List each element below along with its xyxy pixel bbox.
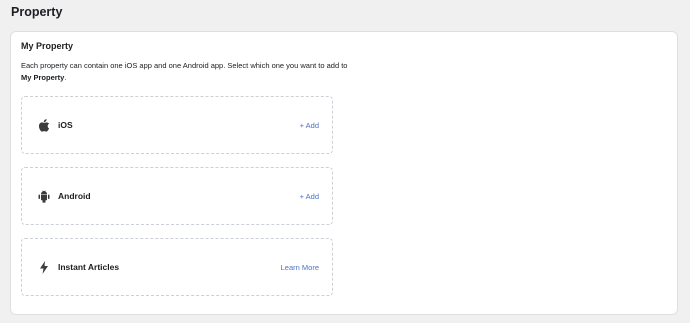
android-icon xyxy=(38,189,50,203)
platform-label: Android xyxy=(58,191,91,201)
platform-android: Android + Add xyxy=(21,167,333,225)
apple-icon xyxy=(38,118,50,132)
description-bold: My Property xyxy=(21,72,65,82)
description-suffix: . xyxy=(64,72,67,82)
add-ios-button[interactable]: + Add xyxy=(300,121,319,130)
card-description: Each property can contain one iOS app an… xyxy=(21,60,351,83)
page-title: Property xyxy=(11,5,63,19)
platform-label: Instant Articles xyxy=(58,262,120,272)
learn-more-link[interactable]: Learn More xyxy=(281,263,319,272)
my-property-card: My Property Each property can contain on… xyxy=(10,31,678,315)
platform-instant-articles: Instant Articles Learn More xyxy=(21,238,333,296)
add-android-button[interactable]: + Add xyxy=(300,192,319,201)
platform-ios: iOS + Add xyxy=(21,96,333,154)
card-title: My Property xyxy=(21,41,74,51)
description-text: Each property can contain one iOS app an… xyxy=(21,61,348,70)
platform-label: iOS xyxy=(58,120,73,130)
lightning-icon xyxy=(38,260,50,274)
